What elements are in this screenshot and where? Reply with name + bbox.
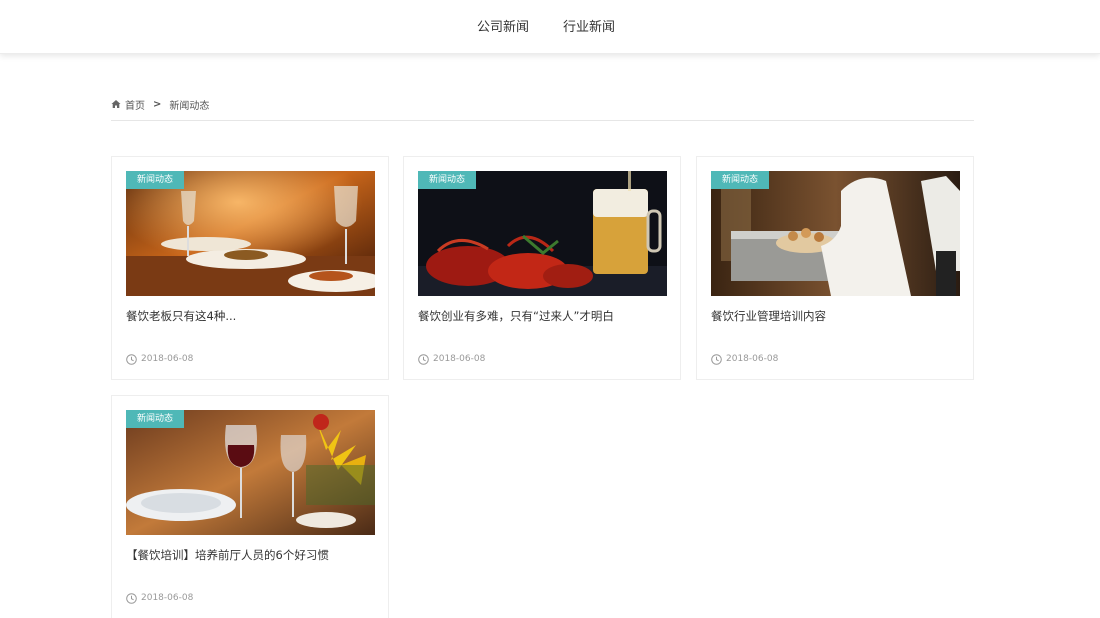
news-title-link[interactable]: 餐饮创业有多难，只有“过来人”才明白 (418, 308, 668, 324)
category-tag: 新闻动态 (126, 171, 185, 189)
news-card[interactable]: 新闻动态 餐饮行业管理培训内容 2018-06-08 (696, 156, 974, 380)
clock-icon (126, 353, 137, 365)
news-thumbnail[interactable]: 新闻动态 (126, 410, 375, 535)
chef-serving-buffet-photo (711, 171, 960, 296)
news-date: 2018-06-08 (711, 352, 778, 366)
news-title-link[interactable]: 餐饮行业管理培训内容 (711, 308, 961, 324)
news-card[interactable]: 新闻动态 餐饮创业有多难，只有“过来人”才明白 2018-06-08 (403, 156, 681, 380)
wine-glasses-and-flowers-photo (126, 410, 375, 535)
news-date: 2018-06-08 (418, 352, 485, 366)
category-tag: 新闻动态 (418, 171, 477, 189)
breadcrumb-separator: > (153, 98, 162, 110)
news-title-link[interactable]: 【餐饮培训】培养前厅人员的6个好习惯 (126, 547, 376, 563)
news-date: 2018-06-08 (126, 591, 193, 605)
top-navbar: 公司新闻 行业新闻 (0, 0, 1100, 54)
breadcrumb-divider (111, 120, 974, 121)
news-date-text: 2018-06-08 (726, 354, 779, 364)
news-card[interactable]: 新闻动态 【餐饮培训】培养前厅人员的6个好习惯 2018-06-08 (111, 395, 389, 618)
news-date-text: 2018-06-08 (433, 354, 486, 364)
breadcrumb-home-link[interactable]: 首页 (125, 97, 145, 112)
home-icon (111, 100, 121, 108)
news-thumbnail[interactable]: 新闻动态 (711, 171, 960, 296)
clock-icon (418, 353, 429, 365)
news-thumbnail[interactable]: 新闻动态 (418, 171, 667, 296)
main-nav: 公司新闻 行业新闻 (0, 16, 1100, 36)
news-date-text: 2018-06-08 (141, 354, 194, 364)
crayfish-and-beer-photo (418, 171, 667, 296)
breadcrumb: 首页 > 新闻动态 (111, 96, 209, 112)
breadcrumb-current: 新闻动态 (169, 100, 210, 112)
news-date-text: 2018-06-08 (141, 593, 194, 603)
nav-item-industry-news[interactable]: 行业新闻 (563, 16, 615, 35)
restaurant-dining-table-photo (126, 171, 375, 296)
news-title-link[interactable]: 餐饮老板只有这4种... (126, 308, 376, 324)
clock-icon (126, 592, 137, 604)
clock-icon (711, 353, 722, 365)
news-card[interactable]: 新闻动态 餐饮老板只有这4种... 2018-06-08 (111, 156, 389, 380)
news-date: 2018-06-08 (126, 352, 193, 366)
news-thumbnail[interactable]: 新闻动态 (126, 171, 375, 296)
nav-item-company-news[interactable]: 公司新闻 (477, 16, 529, 35)
category-tag: 新闻动态 (711, 171, 770, 189)
category-tag: 新闻动态 (126, 410, 185, 428)
